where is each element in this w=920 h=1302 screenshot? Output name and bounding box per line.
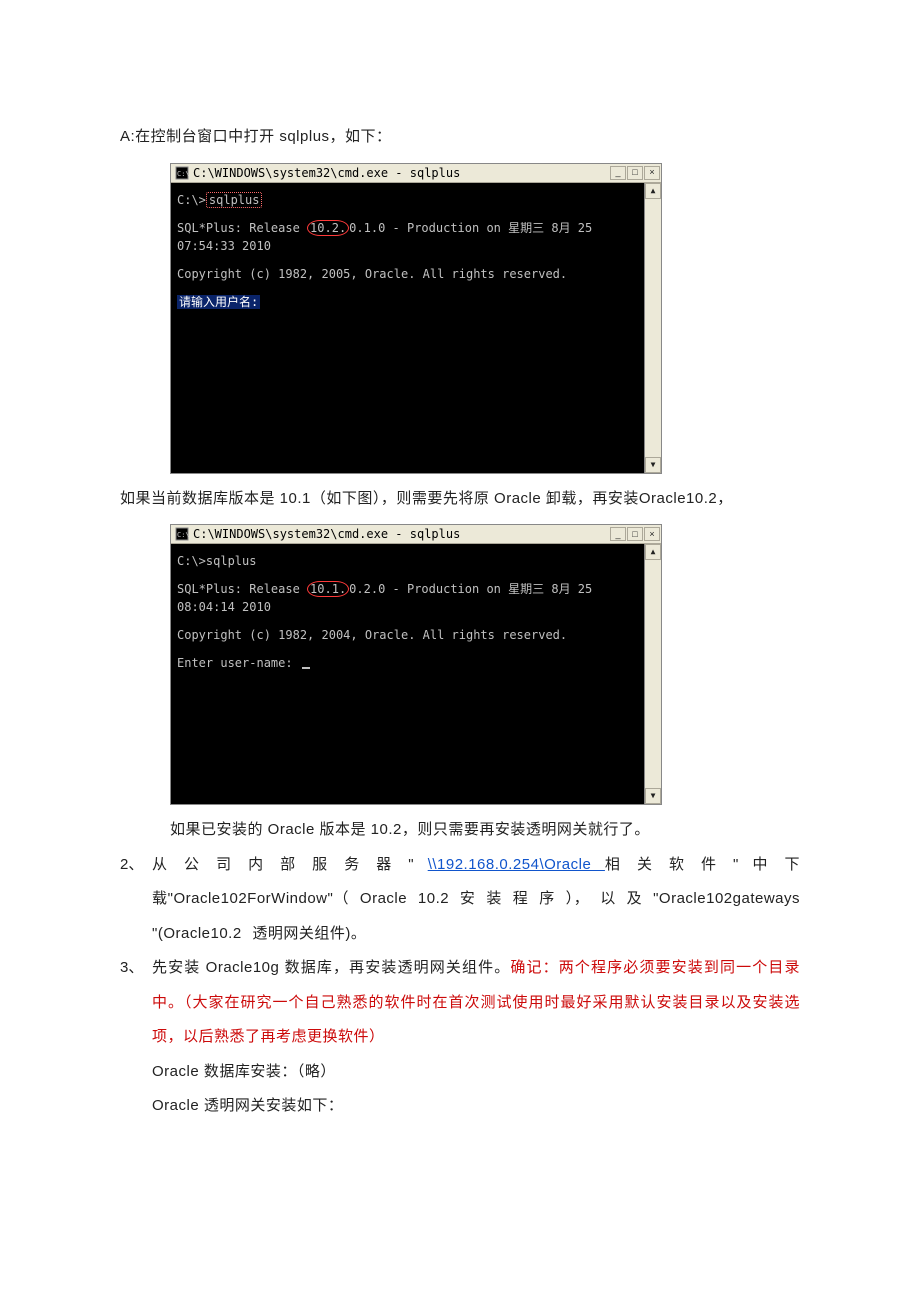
- terminal2-prompt-line: C:\>sqlplus: [177, 552, 638, 570]
- close-button[interactable]: ×: [644, 166, 660, 180]
- terminal2-title: C:\WINDOWS\system32\cmd.exe - sqlplus: [193, 525, 610, 543]
- cmd-icon: C:\: [175, 166, 189, 180]
- terminal1-user-prompt: 请输入用户名:: [177, 293, 638, 311]
- window-controls: _ □ ×: [610, 527, 660, 541]
- window-controls: _ □ ×: [610, 166, 660, 180]
- close-button[interactable]: ×: [644, 527, 660, 541]
- document-page: A:在控制台窗口中打开 sqlplus，如下： C:\ C:\WINDOWS\s…: [0, 0, 920, 1204]
- after-terminal1-text: 如果当前数据库版本是 10.1（如下图），则需要先将原 Oracle 卸载，再安…: [120, 482, 800, 517]
- terminal1-copyright: Copyright (c) 1982, 2005, Oracle. All ri…: [177, 265, 638, 283]
- scroll-down-button[interactable]: ▼: [645, 457, 661, 473]
- list-marker-3: 3、: [120, 951, 152, 1055]
- cmd-icon: C:\: [175, 527, 189, 541]
- terminal-window-1: C:\ C:\WINDOWS\system32\cmd.exe - sqlplu…: [170, 163, 662, 474]
- terminal1-prompt-line: C:\>sqlplus: [177, 191, 638, 209]
- scroll-track[interactable]: [645, 199, 661, 457]
- terminal1-content: C:\>sqlplus SQL*Plus: Release 10.2.0.1.0…: [171, 183, 644, 473]
- maximize-button[interactable]: □: [627, 527, 643, 541]
- list-marker-2: 2、: [120, 848, 152, 952]
- svg-text:C:\: C:\: [177, 170, 189, 178]
- intro-text: A:在控制台窗口中打开 sqlplus，如下：: [120, 120, 800, 155]
- minimize-button[interactable]: _: [610, 166, 626, 180]
- terminal1-title: C:\WINDOWS\system32\cmd.exe - sqlplus: [193, 164, 610, 182]
- caption-terminal2: 如果已安装的 Oracle 版本是 10.2，则只需要再安装透明网关就行了。: [170, 813, 800, 848]
- version-highlight-102: 10.2.: [307, 220, 349, 236]
- scroll-down-button[interactable]: ▼: [645, 788, 661, 804]
- server-link[interactable]: \\192.168.0.254\Oracle: [428, 856, 605, 873]
- cursor-icon: [302, 667, 310, 669]
- terminal-window-2: C:\ C:\WINDOWS\system32\cmd.exe - sqlplu…: [170, 524, 662, 805]
- scroll-up-button[interactable]: ▲: [645, 183, 661, 199]
- scrollbar[interactable]: ▲ ▼: [644, 544, 661, 804]
- terminal1-release-line: SQL*Plus: Release 10.2.0.1.0 - Productio…: [177, 219, 638, 255]
- list-item-2: 2、 从 公 司 内 部 服 务 器 " \\192.168.0.254\Ora…: [120, 848, 800, 952]
- sqlplus-highlight: sqlplus: [206, 192, 263, 208]
- svg-text:C:\: C:\: [177, 531, 189, 539]
- scroll-up-button[interactable]: ▲: [645, 544, 661, 560]
- item3-sub2: Oracle 透明网关安装如下：: [152, 1089, 800, 1124]
- terminal2-user-prompt: Enter user-name:: [177, 654, 638, 672]
- item3-sub1: Oracle 数据库安装：（略）: [152, 1055, 800, 1090]
- scroll-track[interactable]: [645, 560, 661, 788]
- minimize-button[interactable]: _: [610, 527, 626, 541]
- scrollbar[interactable]: ▲ ▼: [644, 183, 661, 473]
- maximize-button[interactable]: □: [627, 166, 643, 180]
- terminal2-titlebar: C:\ C:\WINDOWS\system32\cmd.exe - sqlplu…: [171, 525, 661, 544]
- terminal1-titlebar: C:\ C:\WINDOWS\system32\cmd.exe - sqlplu…: [171, 164, 661, 183]
- terminal2-release-line: SQL*Plus: Release 10.1.0.2.0 - Productio…: [177, 580, 638, 616]
- version-highlight-101: 10.1.: [307, 581, 349, 597]
- list-body-3: 先安装 Oracle10g 数据库，再安装透明网关组件。确记：两个程序必须要安装…: [152, 951, 800, 1055]
- list-body-2: 从 公 司 内 部 服 务 器 " \\192.168.0.254\Oracle…: [152, 848, 800, 952]
- terminal2-copyright: Copyright (c) 1982, 2004, Oracle. All ri…: [177, 626, 638, 644]
- terminal2-content: C:\>sqlplus SQL*Plus: Release 10.1.0.2.0…: [171, 544, 644, 804]
- list-item-3: 3、 先安装 Oracle10g 数据库，再安装透明网关组件。确记：两个程序必须…: [120, 951, 800, 1055]
